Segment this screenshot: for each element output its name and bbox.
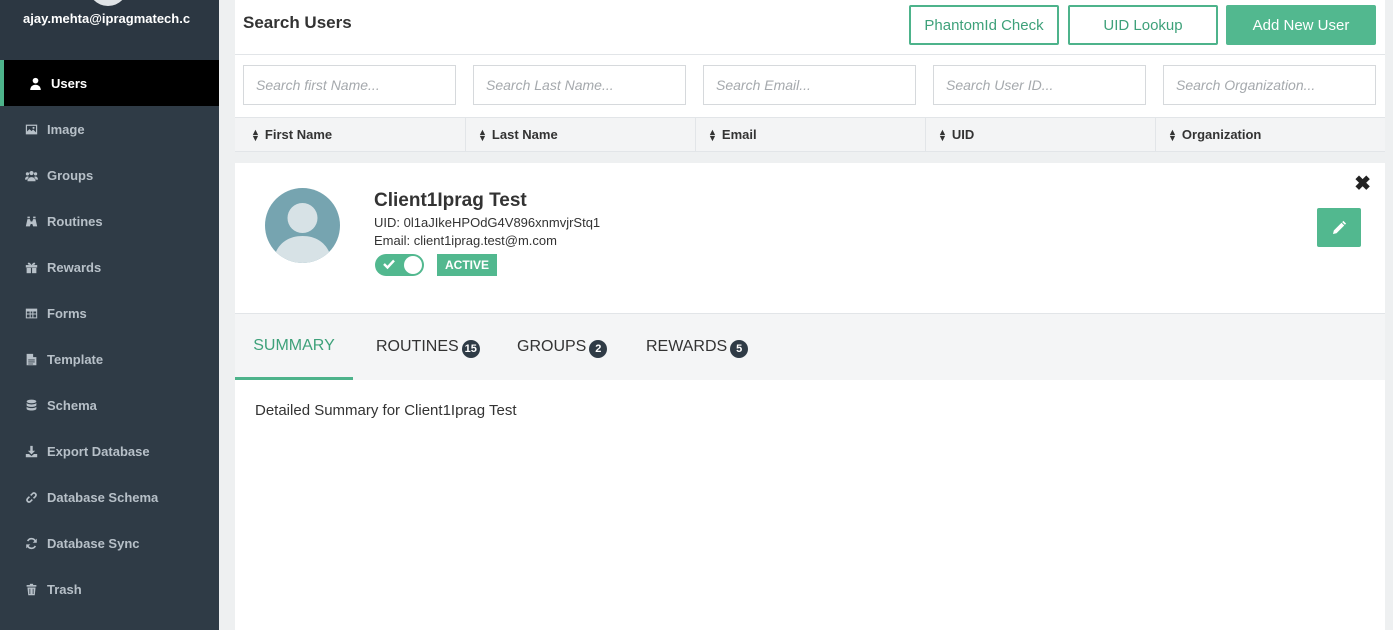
sidebar-item-label: Users [51,75,88,91]
page-title: Search Users [243,13,352,32]
tab-count-badge: 5 [730,339,749,358]
user-uid: UID: 0l1aJIkeHPOdG4V896xnmvjrStq1 [374,215,601,230]
sidebar-item-trash[interactable]: Trash [0,566,219,612]
user-email: Email: client1iprag.test@m.com [374,233,557,248]
database-icon [23,397,39,413]
search-header: Search Users PhantomId Check UID Lookup … [235,0,1385,55]
column-header-email[interactable]: ▲ ▼ Email [695,118,925,151]
download-icon [23,443,39,459]
sidebar-item-label: Database Schema [47,489,159,505]
column-header-label: First Name [264,127,333,142]
active-toggle[interactable] [375,254,424,276]
file-icon [23,351,39,367]
link-icon [23,489,39,505]
sort-icon: ▲ ▼ [938,126,947,143]
table-header: ▲ ▼ First Name ▲ ▼ Last Name ▲ ▼ Email ▲ ▼ UID ▲… [235,117,1385,152]
uid-lookup-button[interactable]: UID Lookup [1068,5,1218,45]
sidebar-profile: ajay.mehta@ipragmatech.c [0,0,219,60]
user-icon [27,75,43,91]
sort-icon: ▲ ▼ [478,126,487,143]
user-detail-card: Client1Iprag Test UID: 0l1aJIkeHPOdG4V89… [235,163,1385,313]
column-header-label: Organization [1181,127,1262,142]
sidebar-item-label: Trash [47,581,82,597]
summary-text: Detailed Summary for Client1Iprag Test [255,402,517,419]
refresh-icon [23,535,39,551]
profile-email[interactable]: ajay.mehta@ipragmatech.c [23,11,195,26]
sidebar-item-rewards[interactable]: Rewards [0,244,219,290]
user-id-search-input[interactable] [933,65,1146,105]
organization-search-input[interactable] [1163,65,1376,105]
sidebar-item-groups[interactable]: Groups [0,152,219,198]
column-header-uid[interactable]: ▲ ▼ UID [925,118,1155,151]
check-icon [383,259,395,270]
sidebar-item-label: Rewards [47,259,102,275]
gift-icon [23,259,39,275]
tab-groups[interactable]: GROUPS 2 [517,314,608,380]
sort-icon: ▲ ▼ [251,126,260,143]
sidebar-item-export-database[interactable]: Export Database [0,428,219,474]
user-name: Client1Iprag Test [374,190,527,211]
sidebar-item-schema[interactable]: Schema [0,382,219,428]
pencil-icon [1333,220,1347,234]
user-tabs: SUMMARY ROUTINES 15 GROUPS 2 REWARDS 5 [235,313,1385,380]
sidebar-item-image[interactable]: Image [0,106,219,152]
sidebar: ajay.mehta@ipragmatech.c Users Image Gro… [0,0,219,630]
column-header-first-name[interactable]: ▲ ▼ First Name [235,118,465,151]
avatar [265,188,340,263]
search-filters [235,55,1385,117]
sidebar-item-label: Export Database [47,443,150,459]
tab-label: SUMMARY [253,336,335,354]
column-header-last-name[interactable]: ▲ ▼ Last Name [465,118,695,151]
sidebar-item-forms[interactable]: Forms [0,290,219,336]
column-header-organization[interactable]: ▲ ▼ Organization [1155,118,1385,151]
image-icon [23,121,39,137]
add-new-user-button[interactable]: Add New User [1226,5,1376,45]
email-search-input[interactable] [703,65,916,105]
toggle-knob [404,256,422,274]
table-icon [23,305,39,321]
tab-label: ROUTINES [376,338,459,355]
first-name-search-input[interactable] [243,65,456,105]
sidebar-item-label: Image [47,121,85,137]
tab-summary[interactable]: SUMMARY [235,314,353,380]
sidebar-item-database-sync[interactable]: Database Sync [0,520,219,566]
sidebar-item-routines[interactable]: Routines [0,198,219,244]
status-badge: ACTIVE [437,254,498,276]
column-header-label: UID [951,127,975,142]
summary-panel: Detailed Summary for Client1Iprag Test [235,380,1385,630]
tab-routines[interactable]: ROUTINES 15 [376,314,480,380]
sidebar-item-database-schema[interactable]: Database Schema [0,474,219,520]
close-icon[interactable]: ✖ [1354,171,1371,196]
sidebar-item-label: Template [47,351,104,367]
sidebar-item-label: Forms [47,305,87,321]
sidebar-item-template[interactable]: Template [0,336,219,382]
tab-label: REWARDS [646,338,728,355]
edit-user-button[interactable] [1317,208,1361,247]
trash-icon [23,581,39,597]
sidebar-item-label: Database Sync [47,535,140,551]
profile-avatar[interactable] [88,0,128,6]
sidebar-item-label: Schema [47,397,97,413]
sidebar-item-label: Routines [47,213,103,229]
tab-rewards[interactable]: REWARDS 5 [646,314,749,380]
groups-icon [23,167,39,183]
tab-count-badge: 15 [461,339,480,358]
sidebar-item-users[interactable]: Users [0,60,219,106]
tab-label: GROUPS [517,338,587,355]
column-header-label: Last Name [491,127,558,142]
user-placeholder-icon [273,203,332,263]
sidebar-item-label: Groups [47,167,94,183]
tab-count-badge: 2 [589,339,608,358]
sort-icon: ▲ ▼ [1168,126,1177,143]
sort-icon: ▲ ▼ [708,126,717,143]
last-name-search-input[interactable] [473,65,686,105]
phantom-id-check-button[interactable]: PhantomId Check [909,5,1059,45]
routines-icon [23,213,39,229]
column-header-label: Email [721,127,757,142]
